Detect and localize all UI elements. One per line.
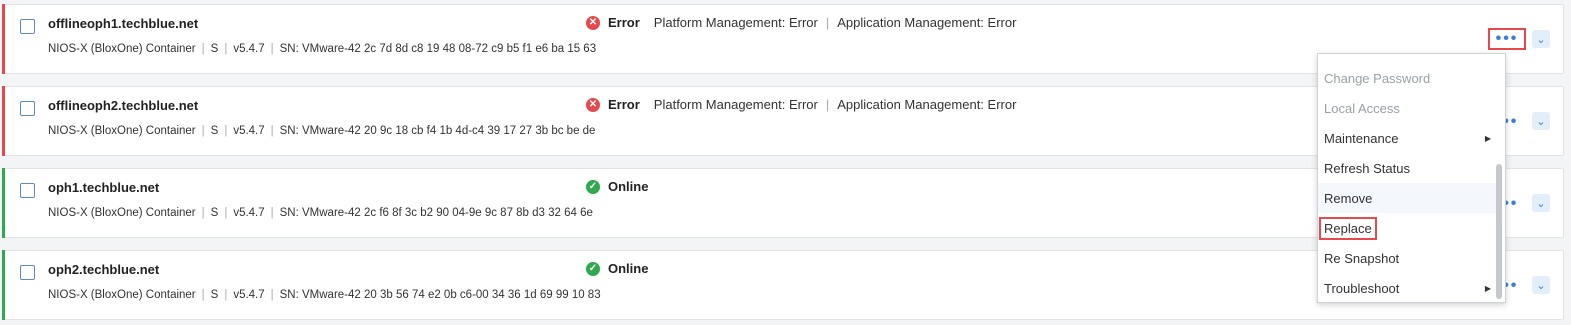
host-size: S	[210, 207, 219, 219]
menu-item-label: Troubleshoot	[1324, 280, 1400, 296]
status-stripe	[2, 250, 5, 320]
chevron-down-icon[interactable]: ⌄	[1532, 112, 1550, 130]
menu-item-local-access[interactable]: Local Access	[1318, 93, 1497, 123]
host-name: oph2.techblue.net	[48, 262, 160, 277]
menu-item-label: Re Snapshot	[1324, 250, 1400, 266]
check-circle-icon: ✓	[586, 179, 600, 194]
chevron-down-icon[interactable]: ⌄	[1532, 30, 1550, 48]
platform-label: Platform Management:	[653, 97, 786, 112]
status-area: ✓ Online	[586, 261, 662, 276]
host-version: v5.4.7	[233, 289, 265, 301]
status-stripe	[2, 4, 5, 74]
menu-item-remove[interactable]: Remove	[1318, 183, 1497, 213]
platform-value: Error	[788, 97, 818, 112]
status-text: Online	[608, 179, 649, 194]
menu-item-change-password[interactable]: Change Password	[1318, 63, 1497, 93]
host-meta: NIOS-X (BloxOne) Container | S | v5.4.7 | SN: …	[48, 125, 596, 137]
host-size: S	[210, 289, 219, 301]
status-text: Error	[608, 97, 640, 112]
host-version: v5.4.7	[233, 125, 265, 137]
platform-value: Error	[788, 15, 818, 30]
menu-item-re-snapshot[interactable]: Re Snapshot	[1318, 243, 1497, 273]
row-checkbox[interactable]	[20, 183, 35, 198]
check-circle-icon: ✓	[586, 261, 600, 276]
status-stripe	[2, 86, 5, 156]
menu-item-label: Maintenance	[1324, 130, 1399, 146]
menu-item-replace[interactable]: Replace	[1318, 213, 1497, 243]
host-version: v5.4.7	[233, 207, 265, 219]
row-checkbox[interactable]	[20, 265, 35, 280]
status-area: ✕ Error Platform Management: Error | App…	[586, 97, 1016, 112]
host-name: oph1.techblue.net	[48, 180, 160, 195]
submenu-arrow-icon: ▶	[1484, 133, 1491, 143]
app-value: Error	[987, 97, 1017, 112]
host-serial: SN: VMware-42 20 9c 18 cb f4 1b 4d-c4 39…	[279, 125, 596, 137]
status-area: ✕ Error Platform Management: Error | App…	[586, 15, 1016, 30]
host-serial: SN: VMware-42 20 3b 56 74 e2 0b c6-00 34…	[279, 289, 601, 301]
menu-item-label: Change Password	[1324, 70, 1431, 86]
chevron-down-icon[interactable]: ⌄	[1532, 194, 1550, 212]
error-icon: ✕	[586, 15, 600, 30]
menu-item-refresh-status[interactable]: Refresh Status	[1318, 153, 1497, 183]
host-meta: NIOS-X (BloxOne) Container | S | v5.4.7 | SN: …	[48, 43, 597, 55]
row-checkbox[interactable]	[20, 19, 35, 34]
actions-menu: Change Password Local Access Maintenance…	[1317, 53, 1506, 303]
menu-item-label: Remove	[1324, 190, 1373, 206]
menu-item-label: Replace	[1319, 216, 1377, 240]
host-name: offlineoph1.techblue.net	[48, 16, 199, 31]
status-text: Online	[608, 261, 649, 276]
status-area: ✓ Online	[586, 179, 662, 194]
app-label: Application Management:	[837, 97, 984, 112]
host-serial: SN: VMware-42 2c 7d 8d c8 19 48 08-72 c9…	[279, 43, 597, 55]
host-serial: SN: VMware-42 2c f6 8f 3c b2 90 04-9e 9c…	[279, 207, 593, 219]
status-stripe	[2, 168, 5, 238]
menu-item-label: Local Access	[1324, 100, 1400, 116]
host-name: offlineoph2.techblue.net	[48, 98, 199, 113]
host-type: NIOS-X (BloxOne) Container	[48, 125, 196, 137]
host-version: v5.4.7	[233, 43, 265, 55]
row-checkbox[interactable]	[20, 101, 35, 116]
app-label: Application Management:	[837, 15, 984, 30]
menu-item-maintenance[interactable]: Maintenance ▶	[1318, 123, 1497, 153]
host-type: NIOS-X (BloxOne) Container	[48, 289, 196, 301]
menu-item-troubleshoot[interactable]: Troubleshoot ▶	[1318, 273, 1497, 303]
app-value: Error	[987, 15, 1017, 30]
status-text: Error	[608, 15, 640, 30]
menu-scrollbar[interactable]	[1496, 164, 1502, 299]
error-icon: ✕	[586, 97, 600, 112]
host-meta: NIOS-X (BloxOne) Container | S | v5.4.7 | SN: …	[48, 289, 601, 301]
chevron-down-icon[interactable]: ⌄	[1532, 276, 1550, 294]
host-size: S	[210, 43, 219, 55]
menu-item-label: Refresh Status	[1324, 160, 1410, 176]
more-actions-icon[interactable]: •••	[1488, 28, 1526, 50]
host-type: NIOS-X (BloxOne) Container	[48, 43, 196, 55]
host-meta: NIOS-X (BloxOne) Container | S | v5.4.7 | SN: …	[48, 207, 593, 219]
submenu-arrow-icon: ▶	[1484, 283, 1491, 293]
host-size: S	[210, 125, 219, 137]
platform-label: Platform Management:	[653, 15, 786, 30]
host-type: NIOS-X (BloxOne) Container	[48, 207, 196, 219]
